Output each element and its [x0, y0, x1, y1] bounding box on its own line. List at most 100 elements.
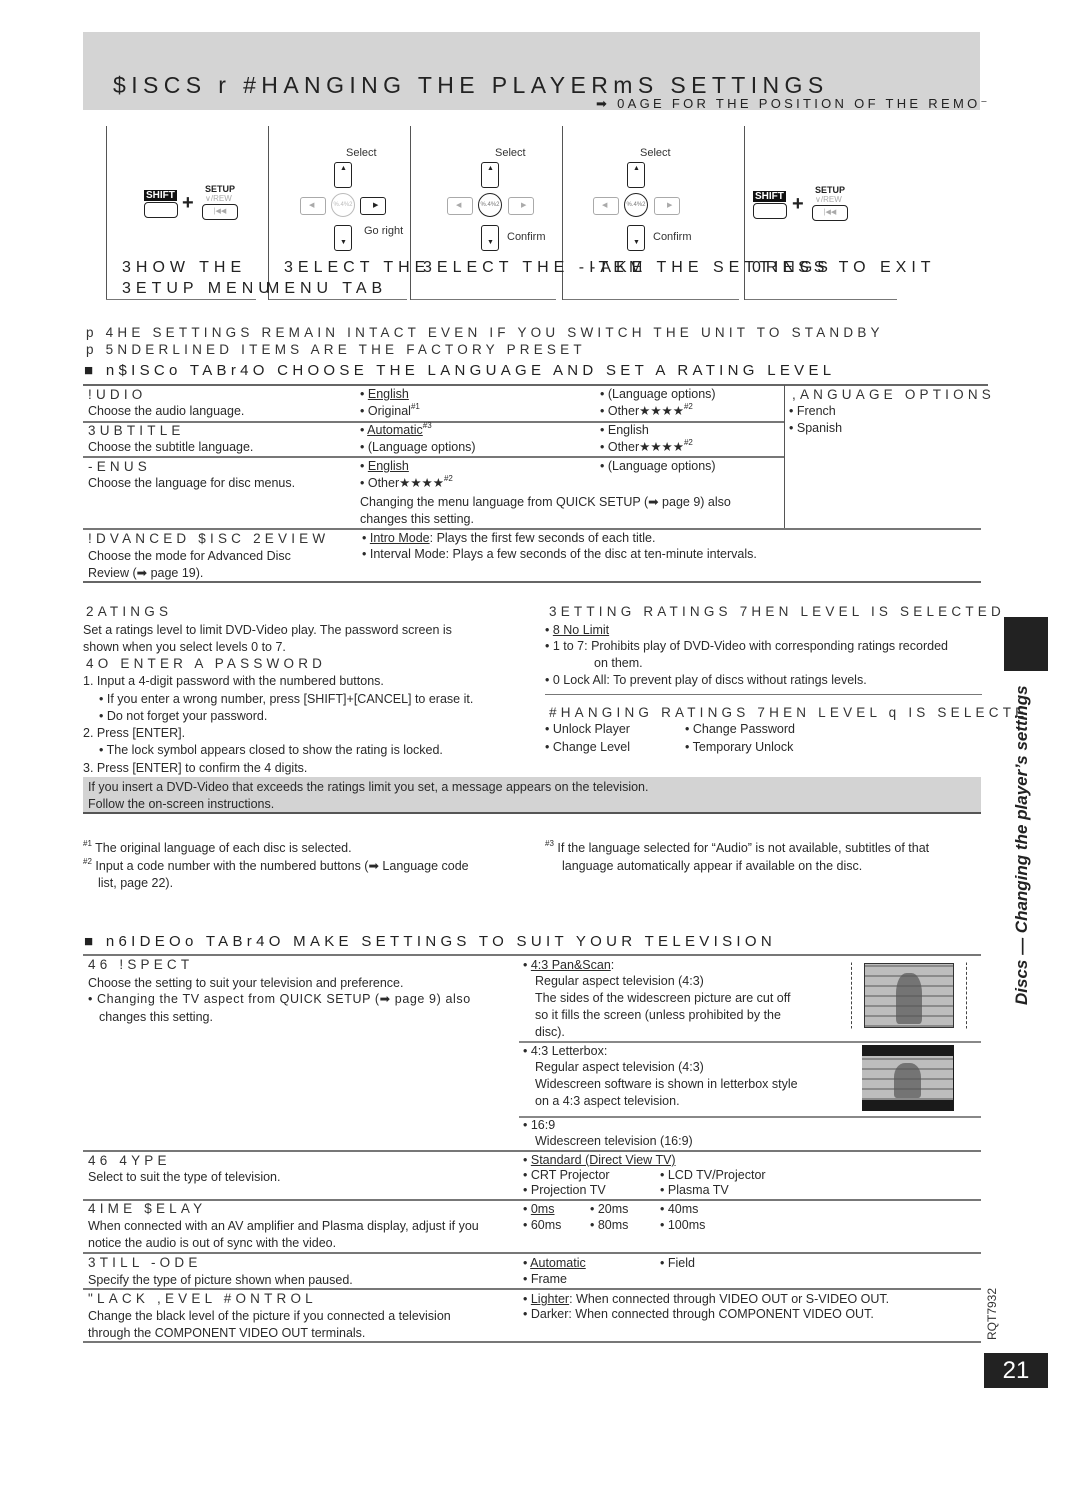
- enter-button[interactable]: %.4%2: [331, 193, 355, 217]
- rew-key-label: ∨/REW: [815, 195, 842, 204]
- subtitle-option[interactable]: • Automatic#3: [360, 422, 432, 439]
- menus-option[interactable]: • English: [360, 458, 409, 475]
- rating-option[interactable]: • 1 to 7: Prohibits play of DVD-Video wi…: [545, 638, 948, 655]
- tv-type-option[interactable]: • Projection TV: [523, 1182, 606, 1199]
- option-label: 4:3 Pan&Scan: [530, 958, 611, 972]
- step-divider: [268, 126, 269, 300]
- aspect-option-letterbox[interactable]: • 4:3 Letterbox:: [523, 1043, 607, 1060]
- setup-rew-button[interactable]: |◀◀: [202, 204, 238, 220]
- ratings-notice: If you insert a DVD-Video that exceeds t…: [88, 780, 649, 794]
- note-underlined: p 5NDERLINED ITEMS ARE THE FACTORY PRESE…: [86, 342, 586, 357]
- black-level-desc: through the COMPONENT VIDEO OUT terminal…: [88, 1326, 366, 1340]
- tv-type-option[interactable]: • Plasma TV: [660, 1182, 729, 1199]
- option-label: Change Level: [552, 740, 631, 754]
- rating-option[interactable]: • 8 No Limit: [545, 622, 609, 639]
- adr-option[interactable]: • Intro Mode: Plays the first few second…: [362, 530, 655, 547]
- rating-option[interactable]: • 0 Lock All: To prevent play of discs w…: [545, 672, 867, 689]
- audio-option[interactable]: • (Language options): [600, 386, 716, 403]
- left-arrow-button[interactable]: ◀: [593, 197, 619, 215]
- footnote-ref: #1: [410, 402, 420, 411]
- table-rule: [83, 581, 981, 583]
- time-delay-option[interactable]: • 40ms: [660, 1201, 698, 1218]
- select-label: Select: [640, 147, 671, 159]
- aspect-option-panscan[interactable]: • 4:3 Pan&Scan:: [523, 957, 614, 974]
- option-label: 4:3 Letterbox:: [530, 1044, 608, 1058]
- option-label: LCD TV/Projector: [667, 1168, 766, 1182]
- still-mode-desc: Specify the type of picture shown when p…: [88, 1273, 353, 1287]
- time-delay-option[interactable]: • 100ms: [660, 1217, 705, 1234]
- down-arrow-button[interactable]: ▼: [481, 225, 499, 251]
- setup-key-label: SETUP: [815, 185, 846, 195]
- shift-button[interactable]: [753, 203, 787, 219]
- audio-option[interactable]: • Original#1: [360, 403, 420, 420]
- tv-aspect-note: changes this setting.: [99, 1010, 213, 1024]
- up-arrow-button[interactable]: ▲: [481, 162, 499, 188]
- step-1-caption: 3HOW THE: [122, 259, 247, 276]
- left-arrow-button[interactable]: ◀: [300, 197, 326, 215]
- adr-option[interactable]: • Interval Mode: Plays a few seconds of …: [362, 546, 757, 563]
- option-label: Change Password: [692, 722, 796, 736]
- time-delay-title: 4IME $ELAY: [88, 1201, 207, 1216]
- option-label: (Language options): [607, 387, 716, 401]
- left-arrow-button[interactable]: ◀: [447, 197, 473, 215]
- aspect-option-wide[interactable]: • 16:9: [523, 1117, 555, 1134]
- changing-option[interactable]: • Unlock Player: [545, 721, 630, 738]
- still-mode-title: 3TILL -ODE: [88, 1255, 202, 1270]
- still-mode-option[interactable]: • Frame: [523, 1271, 567, 1288]
- setup-rew-button[interactable]: |◀◀: [812, 205, 848, 221]
- footnote-2: #2 Input a code number with the numbered…: [83, 858, 469, 875]
- audio-option[interactable]: • English: [360, 386, 409, 403]
- time-delay-option[interactable]: • 0ms: [523, 1201, 554, 1218]
- option-label: English: [607, 423, 649, 437]
- black-level-option[interactable]: • Darker: When connected through COMPONE…: [523, 1306, 874, 1323]
- option-label: Automatic: [367, 423, 423, 437]
- changing-option[interactable]: • Temporary Unlock: [685, 739, 793, 756]
- right-arrow-button[interactable]: ▶: [360, 197, 386, 215]
- shift-button[interactable]: [144, 202, 178, 218]
- option-label: Unlock Player: [552, 722, 630, 736]
- up-arrow-button[interactable]: ▲: [334, 162, 352, 188]
- subtitle-option[interactable]: • Other★★★★#2: [600, 439, 693, 456]
- option-label: Temporary Unlock: [692, 740, 794, 754]
- audio-option[interactable]: • Other★★★★#2: [600, 403, 693, 420]
- subtitle-option[interactable]: • English: [600, 422, 649, 439]
- ratings-desc: shown when you select levels 0 to 7.: [83, 640, 286, 654]
- menus-option[interactable]: • Other★★★★#2: [360, 475, 453, 492]
- time-delay-desc: notice the audio is out of sync with the…: [88, 1236, 337, 1250]
- confirm-label: Confirm: [653, 231, 692, 243]
- time-delay-option[interactable]: • 80ms: [590, 1217, 628, 1234]
- step-1-caption-2: 3ETUP MENU: [122, 280, 275, 297]
- time-delay-option[interactable]: • 60ms: [523, 1217, 561, 1234]
- option-label: 0ms: [530, 1202, 555, 1216]
- still-mode-option[interactable]: • Automatic: [523, 1255, 586, 1272]
- up-arrow-button[interactable]: ▲: [627, 162, 645, 188]
- option-label: 8 No Limit: [552, 623, 610, 637]
- changing-option[interactable]: • Change Password: [685, 721, 795, 738]
- option-label: Field: [667, 1256, 695, 1270]
- still-mode-option[interactable]: • Field: [660, 1255, 695, 1272]
- option-label: English: [367, 387, 409, 401]
- down-arrow-button[interactable]: ▼: [627, 225, 645, 251]
- enter-button[interactable]: %.4%2: [478, 193, 502, 217]
- section-side-label: Discs — Changing the player’s settings: [1012, 685, 1031, 1005]
- time-delay-option[interactable]: • 20ms: [590, 1201, 628, 1218]
- panscan-illustration: [864, 963, 954, 1028]
- subtitle-option[interactable]: • (Language options): [360, 439, 476, 456]
- tv-aspect-desc: Choose the setting to suit your televisi…: [88, 976, 404, 990]
- changing-option[interactable]: • Change Level: [545, 739, 630, 756]
- shift-key-label: SHIFT: [753, 191, 786, 202]
- option-label: (Language options): [607, 459, 716, 473]
- menus-option[interactable]: • (Language options): [600, 458, 716, 475]
- footnote-2-cont: list, page 22).: [98, 876, 174, 890]
- section-tab-marker: [1004, 617, 1048, 671]
- language-option: • Spanish: [789, 421, 843, 435]
- table-rule: [545, 694, 982, 695]
- right-arrow-button[interactable]: ▶: [508, 197, 534, 215]
- right-arrow-button[interactable]: ▶: [654, 197, 680, 215]
- down-arrow-button[interactable]: ▼: [334, 225, 352, 251]
- enter-button[interactable]: %.4%2: [624, 193, 648, 217]
- black-level-desc: Change the black level of the picture if…: [88, 1309, 451, 1323]
- video-section-heading: ■ n6IDEOo TABr4O MAKE SETTINGS TO SUIT Y…: [84, 933, 776, 950]
- ratings-desc: Set a ratings level to limit DVD-Video p…: [83, 623, 452, 637]
- menus-desc: Choose the language for disc menus.: [88, 476, 296, 490]
